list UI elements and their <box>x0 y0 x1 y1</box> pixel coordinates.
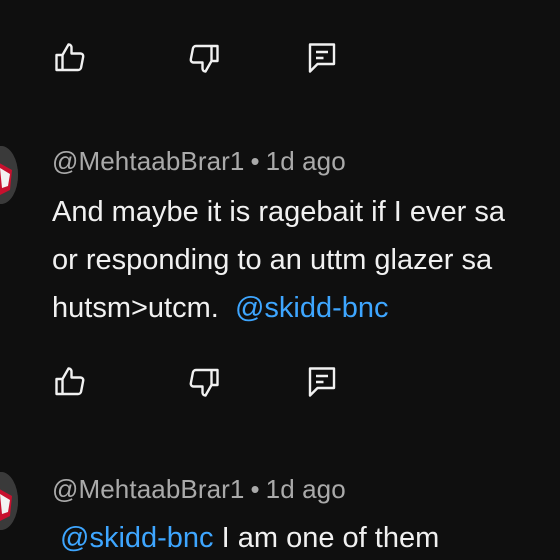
comment-line: And maybe it is ragebait if I ever sa <box>52 196 505 228</box>
comments-page: @MehtaabBrar1 • 1d ago And maybe it is rag… <box>0 0 560 560</box>
comment-meta: @MehtaabBrar1 • 1d ago <box>52 474 346 505</box>
comment-line: or responding to an uttm glazer sa <box>52 244 493 276</box>
reply-comment-icon <box>308 367 336 397</box>
comment-author[interactable]: @MehtaabBrar1 <box>52 474 244 504</box>
comment-meta: @MehtaabBrar1 • 1d ago <box>52 146 346 177</box>
like-button[interactable] <box>52 364 88 400</box>
dislike-button[interactable] <box>186 40 222 76</box>
comment-text: I am one of them <box>213 522 440 554</box>
mention-link[interactable]: @skidd-bnc <box>60 522 214 554</box>
avatar[interactable] <box>0 146 18 204</box>
reply-button[interactable] <box>304 364 340 400</box>
thumbs-up-icon <box>55 367 85 396</box>
previous-comment-actions <box>52 40 372 80</box>
comment-line: hutsm>utcm. <box>52 292 219 324</box>
reply-button[interactable] <box>304 40 340 76</box>
thumbs-down-icon <box>189 368 219 397</box>
like-button[interactable] <box>52 40 88 76</box>
previous-content-fragment <box>0 0 560 4</box>
comment-time: 1d ago <box>265 146 346 176</box>
comment-body: And maybe it is ragebait if I ever sa or… <box>52 188 560 332</box>
meta-separator: • <box>250 474 260 504</box>
meta-separator: • <box>250 146 260 176</box>
reply-comment-icon <box>308 43 336 73</box>
dislike-button[interactable] <box>186 364 222 400</box>
comment-line-last: hutsm>utcm. @skidd-bnc <box>52 284 560 332</box>
thumbs-down-icon <box>189 44 219 73</box>
avatar-image <box>0 472 18 530</box>
comment-author[interactable]: @MehtaabBrar1 <box>52 146 244 176</box>
comment-actions <box>52 364 372 404</box>
comment-time: 1d ago <box>265 474 346 504</box>
thumbs-up-icon <box>55 43 85 72</box>
avatar-image <box>0 146 18 204</box>
avatar[interactable] <box>0 472 18 530</box>
mention-link[interactable]: @skidd-bnc <box>235 292 389 324</box>
comment-body: @skidd-bnc I am one of them <box>60 514 560 560</box>
